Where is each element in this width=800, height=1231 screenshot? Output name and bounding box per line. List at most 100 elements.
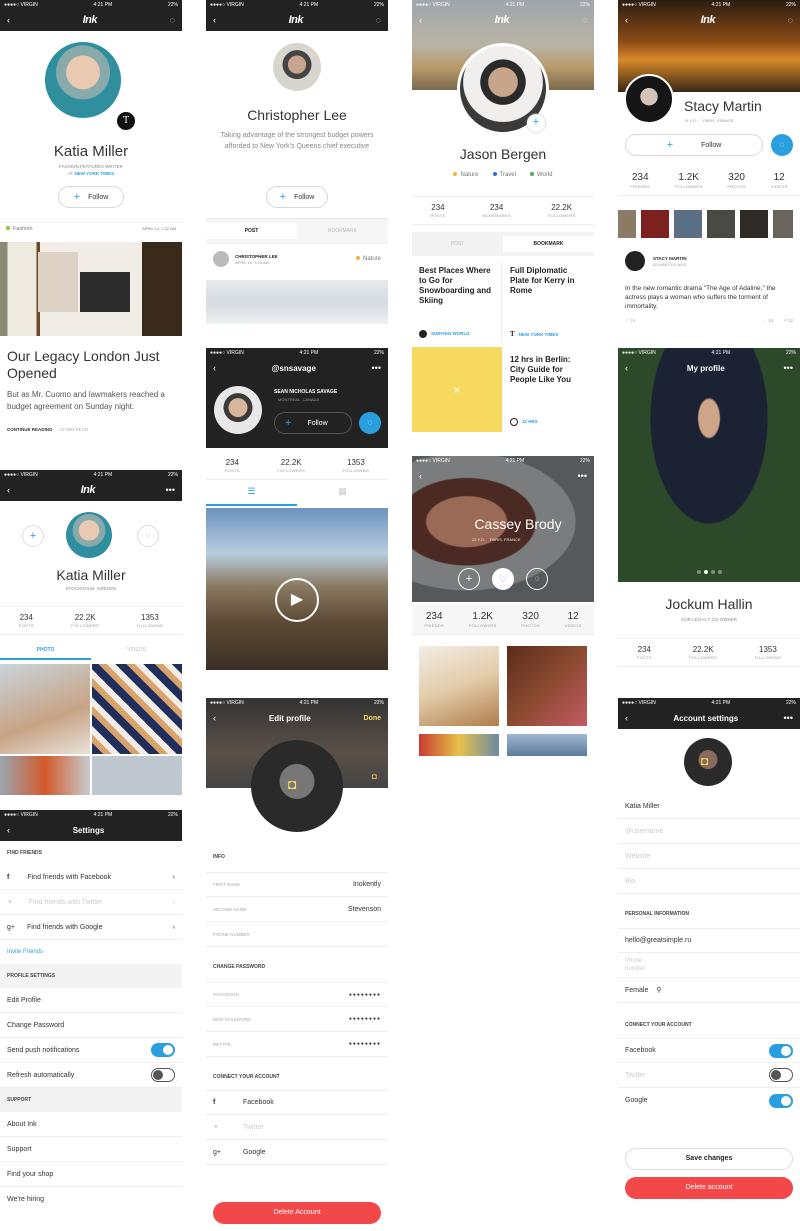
- retype-row[interactable]: RETYPE ●●●●●●●●: [206, 1032, 388, 1057]
- support-row[interactable]: Support: [0, 1137, 182, 1162]
- delete-account-button[interactable]: Delete Account: [213, 1202, 381, 1224]
- tab-videos[interactable]: VIDEOS: [91, 642, 182, 660]
- stat-photos[interactable]: 320 PHOTOS: [727, 172, 746, 189]
- bookmark-card[interactable]: 12 hrs in Berlin: City Guide for People …: [503, 347, 594, 432]
- refresh-toggle[interactable]: [151, 1068, 175, 1082]
- yellow-card[interactable]: ×: [412, 347, 502, 432]
- stat-videos[interactable]: 12 VIDEOS: [771, 172, 788, 189]
- chat-icon[interactable]: ◌: [526, 568, 548, 590]
- follow-button[interactable]: + Follow: [625, 134, 763, 156]
- back-icon[interactable]: ‹: [213, 15, 216, 25]
- back-icon[interactable]: ‹: [213, 713, 216, 723]
- stat-posts[interactable]: 234 POSTS: [430, 203, 445, 218]
- second-name-row[interactable]: SECOND NAME Stevenson: [206, 897, 388, 922]
- twitter-row[interactable]: ✦ Twitter: [206, 1115, 388, 1140]
- about-row[interactable]: About Ink: [0, 1112, 182, 1137]
- stat-following[interactable]: 1353 FOLLOWING: [343, 458, 370, 473]
- tag-travel[interactable]: Travel: [492, 172, 516, 178]
- thumbnail[interactable]: [618, 210, 636, 238]
- tab-post[interactable]: POST: [412, 236, 503, 252]
- stat-followers[interactable]: 22.2K FOLLOWERS: [548, 203, 576, 218]
- article-headline[interactable]: Our Legacy London Just Opened: [7, 348, 175, 382]
- more-icon[interactable]: •••: [578, 471, 587, 481]
- photo-thumbnail[interactable]: [0, 664, 90, 754]
- avatar[interactable]: ◘: [684, 738, 732, 786]
- add-icon[interactable]: +: [527, 114, 545, 132]
- save-changes-button[interactable]: Save changes: [625, 1148, 793, 1170]
- chat-icon[interactable]: ◌: [376, 15, 381, 25]
- stat-followers[interactable]: 22.2K FOLLOWERS: [71, 613, 99, 628]
- message-button[interactable]: ◌: [359, 412, 381, 434]
- follow-button[interactable]: + Follow: [274, 412, 352, 434]
- follow-button[interactable]: + Follow: [266, 186, 328, 208]
- continue-reading-link[interactable]: CONTINUE READING: [7, 427, 53, 432]
- bio-field[interactable]: Bio: [618, 869, 800, 894]
- google-row[interactable]: g+ Google: [206, 1140, 388, 1165]
- photo-thumbnail[interactable]: [419, 646, 499, 726]
- edit-profile-row[interactable]: Edit Profile: [0, 988, 182, 1013]
- cover-camera-icon[interactable]: ◘: [372, 772, 377, 781]
- stat-friends[interactable]: 234 FRIENDS: [630, 172, 650, 189]
- find-twitter-row[interactable]: ✦ Find friends with Twitter ›: [0, 890, 182, 915]
- more-icon[interactable]: •••: [784, 363, 793, 373]
- stat-following[interactable]: 1353 FOLLOWING: [755, 645, 782, 660]
- website-field[interactable]: Website: [618, 844, 800, 869]
- add-button[interactable]: +: [22, 525, 44, 547]
- grid-view-icon[interactable]: ▦: [297, 486, 388, 506]
- find-google-row[interactable]: g+ Find friends with Google ›: [0, 915, 182, 940]
- add-icon[interactable]: +: [458, 568, 480, 590]
- photo-thumbnail[interactable]: [0, 756, 90, 795]
- comment-icon[interactable]: ◌ 18: [764, 318, 773, 324]
- photo-thumbnail[interactable]: [419, 734, 499, 756]
- back-icon[interactable]: ‹: [7, 15, 10, 25]
- back-icon[interactable]: ‹: [213, 363, 216, 373]
- message-button[interactable]: ◌: [137, 525, 159, 547]
- stat-following[interactable]: 1353 FOLLOWING: [137, 613, 164, 628]
- photo-thumbnail[interactable]: [507, 734, 587, 756]
- find-facebook-row[interactable]: f Find friends with Facebook ›: [0, 865, 182, 890]
- password-row[interactable]: PASSWORD ●●●●●●●●: [206, 982, 388, 1007]
- message-button[interactable]: ◌: [771, 134, 793, 156]
- stat-photos[interactable]: 320 PHOTOS: [521, 611, 540, 628]
- bookmark-card[interactable]: Full Diplomatic Plate for Kerry in Rome …: [503, 262, 594, 344]
- share-icon[interactable]: ↗ 12: [783, 318, 793, 324]
- back-icon[interactable]: ‹: [625, 15, 628, 25]
- photo-thumbnail[interactable]: [92, 664, 182, 754]
- stat-posts[interactable]: 234 POSTS: [19, 613, 34, 628]
- chat-icon[interactable]: ◌: [788, 15, 793, 25]
- google-toggle[interactable]: [769, 1093, 793, 1108]
- name-field[interactable]: Katia Miller: [618, 794, 800, 819]
- email-field[interactable]: hello@greatsimple.ru: [618, 928, 800, 953]
- change-password-row[interactable]: Change Password: [0, 1013, 182, 1038]
- back-icon[interactable]: ‹: [419, 471, 422, 481]
- tab-post[interactable]: POST: [206, 223, 297, 239]
- more-icon[interactable]: •••: [166, 485, 175, 495]
- bookmark-card[interactable]: Best Places Where to Go for Snowboarding…: [412, 262, 502, 344]
- article-image[interactable]: [0, 242, 182, 336]
- stat-videos[interactable]: 12 VIDEOS: [565, 611, 582, 628]
- avatar[interactable]: ◘: [251, 740, 343, 832]
- back-icon[interactable]: ‹: [7, 485, 10, 495]
- stat-followers[interactable]: 22.2K FOLLOWERS: [689, 645, 717, 660]
- find-shop-row[interactable]: Find your shop: [0, 1162, 182, 1187]
- stat-followers[interactable]: 1.2K FOLLOWERS: [469, 611, 497, 628]
- post-image[interactable]: [206, 280, 388, 324]
- invite-friends-link[interactable]: Invite Friends: [0, 940, 182, 964]
- stat-friends[interactable]: 234 FRIENDS: [424, 611, 444, 628]
- stat-bookmarks[interactable]: 234 BOOKMARKS: [482, 203, 510, 218]
- like-icon[interactable]: ♡ 24: [625, 318, 635, 324]
- tab-photo[interactable]: PHOTO: [0, 642, 91, 660]
- done-button[interactable]: Done: [364, 715, 382, 722]
- facebook-toggle[interactable]: [769, 1043, 793, 1058]
- back-icon[interactable]: ‹: [7, 825, 10, 835]
- heart-icon[interactable]: ♡: [492, 568, 514, 590]
- hiring-row[interactable]: We're hiring: [0, 1187, 182, 1210]
- twitter-toggle[interactable]: [769, 1068, 793, 1082]
- username-field[interactable]: @username: [618, 819, 800, 844]
- back-icon[interactable]: ‹: [625, 713, 628, 723]
- thumbnail[interactable]: [740, 210, 768, 238]
- follow-button[interactable]: + Follow: [58, 186, 124, 208]
- list-view-icon[interactable]: ☰: [206, 486, 297, 506]
- thumbnail[interactable]: [707, 210, 735, 238]
- thumbnail[interactable]: [773, 210, 793, 238]
